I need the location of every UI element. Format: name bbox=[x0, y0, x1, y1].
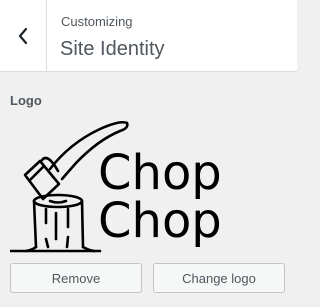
remove-logo-button[interactable]: Remove bbox=[10, 263, 142, 293]
site-logo-preview: Chop Chop bbox=[10, 113, 247, 256]
chevron-left-icon bbox=[18, 27, 28, 44]
logo-label: Logo bbox=[10, 93, 42, 108]
breadcrumb: Customizing bbox=[61, 14, 133, 29]
section-title: Site Identity bbox=[60, 38, 165, 60]
customizer-header: Customizing Site Identity bbox=[0, 0, 297, 72]
change-logo-button[interactable]: Change logo bbox=[153, 263, 285, 293]
logo-text-line2: Chop bbox=[98, 193, 222, 249]
back-button[interactable] bbox=[0, 0, 47, 71]
